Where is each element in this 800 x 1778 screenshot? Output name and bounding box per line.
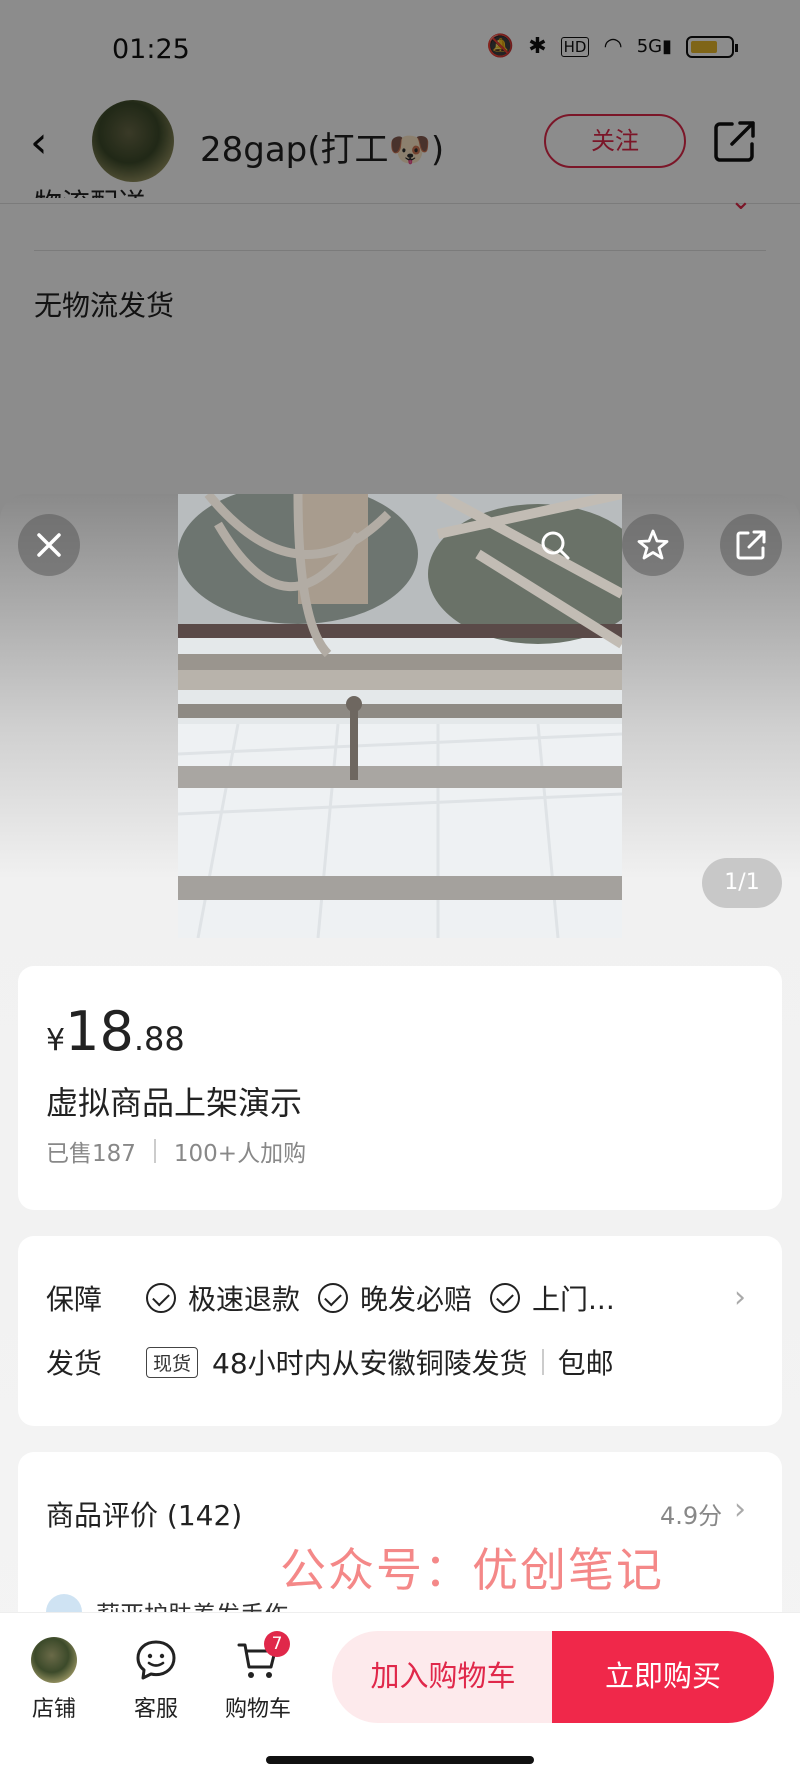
price-currency: ¥ — [46, 1023, 66, 1058]
guarantee-row[interactable]: 保障 极速退款 晚发必赔 上门... — [46, 1278, 633, 1318]
close-icon — [37, 533, 61, 557]
buy-now-button[interactable]: 立即购买 — [552, 1631, 774, 1723]
divider — [153, 1139, 156, 1163]
search-icon — [541, 531, 570, 560]
image-search-button[interactable] — [524, 514, 586, 576]
reviews-score[interactable]: 4.9分 — [660, 1496, 722, 1531]
customer-service-button[interactable]: 客服 — [116, 1637, 196, 1723]
cart-adds-count: 100+人加购 — [173, 1141, 307, 1167]
divider — [541, 1349, 544, 1375]
chevron-right-icon[interactable]: › — [734, 1280, 746, 1315]
guarantee-item-label: 晚发必赔 — [360, 1283, 473, 1316]
share-icon — [736, 530, 766, 560]
price-decimal: .88 — [133, 1020, 185, 1058]
store-avatar-icon — [31, 1637, 77, 1683]
image-page-indicator: 1/1 — [702, 858, 782, 908]
shipping-row: 发货 现货 48小时内从安徽铜陵发货 包邮 — [46, 1342, 614, 1382]
shipping-detail: 48小时内从安徽铜陵发货 — [212, 1347, 528, 1380]
close-button[interactable] — [18, 514, 80, 576]
product-sheet: 1/1 ¥18.88 虚拟商品上架演示 已售187 100+人加购 保障 极速退… — [0, 494, 800, 1778]
guarantee-label: 保障 — [46, 1283, 103, 1316]
share-button[interactable] — [720, 514, 782, 576]
product-title: 虚拟商品上架演示 — [46, 1084, 303, 1122]
customer-service-label: 客服 — [133, 1697, 178, 1722]
cart-button[interactable]: 7 购物车 — [218, 1631, 298, 1723]
sales-info: 已售187 100+人加购 — [46, 1134, 306, 1168]
shipping-label: 发货 — [46, 1347, 103, 1380]
home-indicator[interactable] — [266, 1756, 534, 1764]
chat-bubble-icon — [136, 1640, 176, 1680]
price-integer: 18 — [65, 1000, 134, 1063]
check-circle-icon — [146, 1283, 176, 1313]
price: ¥18.88 — [46, 1000, 185, 1063]
guarantee-item: 上门... — [490, 1278, 615, 1318]
bottom-action-bar: 店铺 客服 7 购物车 加入购物车 立即购买 — [0, 1612, 800, 1778]
guarantee-item: 极速退款 — [146, 1278, 300, 1318]
add-to-cart-button[interactable]: 加入购物车 — [332, 1631, 554, 1723]
guarantee-item: 晚发必赔 — [318, 1278, 472, 1318]
guarantee-item-label: 上门... — [532, 1283, 615, 1316]
cart-label: 购物车 — [224, 1697, 291, 1722]
favorite-button[interactable] — [622, 514, 684, 576]
chevron-right-icon[interactable]: › — [734, 1492, 746, 1527]
check-circle-icon — [318, 1283, 349, 1313]
guarantee-card[interactable]: 保障 极速退款 晚发必赔 上门... › 发货 现货 48小时内从安徽铜陵发货 … — [18, 1236, 782, 1426]
star-icon — [637, 529, 669, 560]
watermark: 公众号：优创笔记 — [280, 1543, 664, 1597]
check-circle-icon — [490, 1283, 521, 1313]
store-button[interactable]: 店铺 — [14, 1637, 94, 1723]
cart-count-badge: 7 — [264, 1631, 290, 1657]
in-stock-tag: 现货 — [146, 1346, 199, 1378]
guarantee-item-label: 极速退款 — [188, 1283, 301, 1316]
sold-count: 已售187 — [46, 1141, 136, 1167]
store-label: 店铺 — [31, 1697, 76, 1722]
free-shipping: 包邮 — [557, 1347, 614, 1380]
reviews-title[interactable]: 商品评价 (142) — [46, 1494, 242, 1534]
price-card: ¥18.88 虚拟商品上架演示 已售187 100+人加购 — [18, 966, 782, 1210]
